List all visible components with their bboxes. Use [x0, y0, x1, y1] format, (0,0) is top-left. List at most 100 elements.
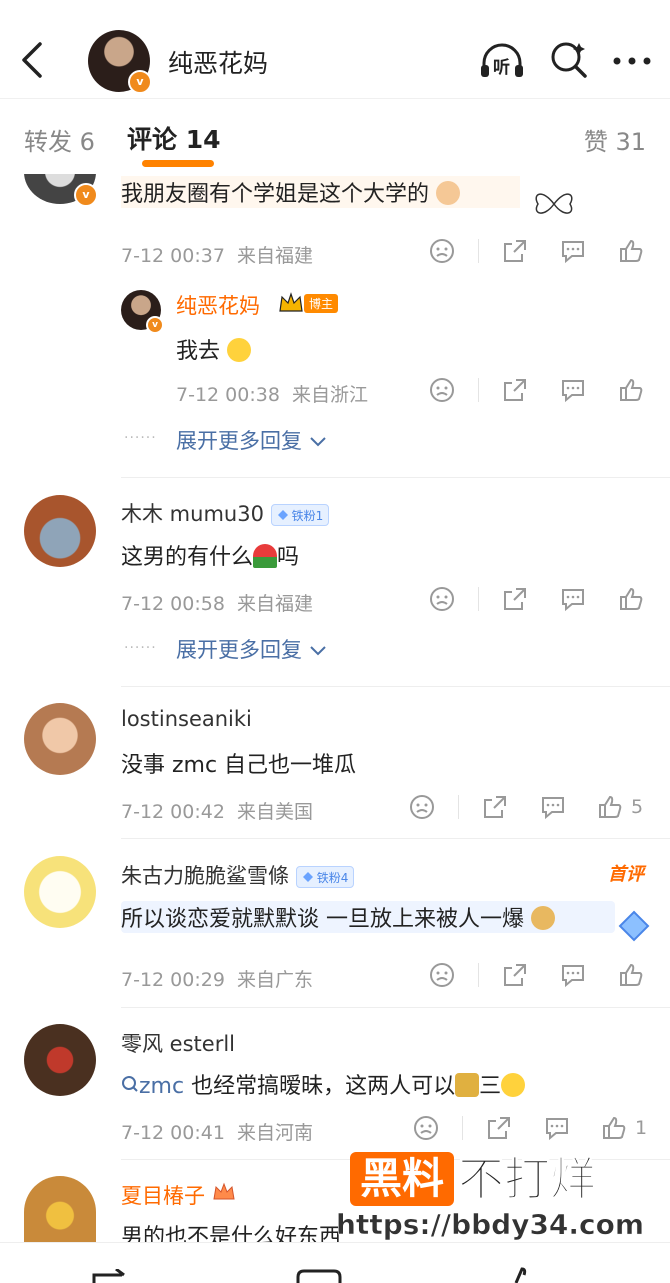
reply-button[interactable] [559, 586, 587, 612]
like-button[interactable] [617, 586, 645, 612]
comment-actions: 1 [412, 1115, 647, 1141]
comment-text: 我朋友圈有个学姐是这个大学的 [121, 176, 521, 208]
share-button[interactable] [501, 238, 529, 264]
tab-likes[interactable]: 赞 31 [584, 122, 646, 157]
bottom-toolbar [0, 1242, 670, 1283]
header-user-name[interactable]: 纯恶花妈 [168, 44, 268, 80]
expand-dots: ······ [124, 640, 157, 656]
share-icon [504, 588, 526, 610]
like-button[interactable]: 1 [601, 1115, 647, 1141]
comment-meta: 7-12 00:58 来自福建 [121, 593, 314, 615]
like-button[interactable] [617, 238, 645, 264]
share-icon [504, 240, 526, 262]
comment-user-name[interactable]: 朱古力脆脆鲨雪條 铁粉4 [121, 860, 355, 890]
avatar[interactable] [24, 495, 96, 567]
expand-replies-link[interactable]: 展开更多回复 [176, 425, 327, 455]
comment-user-name[interactable]: lostinseaniki [121, 707, 252, 731]
watermark-slogan: 不打烊 [458, 1152, 597, 1207]
dislike-button[interactable] [428, 586, 456, 612]
listen-label: 听 [493, 58, 510, 78]
watermelon-emoji-icon [253, 544, 278, 568]
comment-text: 所以谈恋爱就默默谈 一旦放上来被人一爆 [121, 901, 615, 933]
reply-button[interactable] [543, 1115, 571, 1141]
comment-bubble-icon [562, 241, 584, 264]
verified-badge: v [146, 316, 164, 334]
comment-meta: 7-12 00:42 来自美国 [121, 801, 314, 823]
like-button[interactable] [617, 377, 645, 403]
crown-icon [213, 1182, 235, 1200]
header-actions: 听 [478, 40, 652, 82]
comment-bubble-icon[interactable] [296, 1269, 342, 1283]
like-count: 1 [635, 1117, 648, 1139]
divider [478, 587, 479, 611]
like-button[interactable]: 5 [597, 794, 643, 820]
tab-comments[interactable]: 评论 14 [127, 120, 221, 156]
reply-button[interactable] [539, 794, 567, 820]
share-button[interactable] [501, 586, 529, 612]
more-button[interactable] [612, 52, 652, 71]
chevron-down-icon [309, 437, 326, 447]
comment-user-name[interactable]: 零风 esterll [121, 1028, 235, 1058]
dislike-button[interactable] [408, 794, 436, 820]
fan-badge: 铁粉4 [295, 866, 355, 888]
diamond-icon [277, 510, 288, 520]
dislike-button[interactable] [428, 377, 456, 403]
avatar[interactable] [24, 1176, 96, 1242]
divider [462, 1116, 463, 1140]
active-tab-indicator [142, 160, 214, 167]
tab-bar [0, 98, 670, 175]
dislike-button[interactable] [428, 962, 456, 988]
dislike-face-icon [410, 795, 434, 819]
header-avatar[interactable]: v [88, 30, 152, 94]
share-button[interactable] [501, 377, 529, 403]
comment-bubble-icon [562, 380, 584, 403]
comment-divider [121, 838, 670, 839]
share-button[interactable] [501, 962, 529, 988]
avatar[interactable] [24, 703, 96, 775]
avatar[interactable] [24, 856, 96, 928]
dislike-face-icon [430, 963, 454, 987]
watermark-brand: 黑料 [350, 1152, 455, 1206]
share-icon [488, 1117, 510, 1139]
thumbs-up-icon[interactable] [512, 1267, 532, 1283]
topic-link[interactable]: zmc [121, 1074, 191, 1099]
dislike-face-icon [430, 587, 454, 611]
tab-forward[interactable]: 转发 6 [24, 122, 95, 157]
thumbs-up-icon [620, 963, 643, 986]
comment-bubble-icon [562, 965, 584, 988]
like-button[interactable] [617, 962, 645, 988]
comment-user-name[interactable]: 夏目椿子 [121, 1180, 236, 1210]
diamond-icon [618, 910, 650, 942]
verified-badge: v [74, 183, 98, 207]
reply-button[interactable] [559, 238, 587, 264]
back-button[interactable] [14, 38, 54, 82]
comment-user-name[interactable]: 木木 mumu30 铁粉1 [121, 498, 330, 528]
comment-meta: 7-12 00:41 来自河南 [121, 1122, 314, 1144]
first-comment-tag: 首评 [608, 864, 644, 885]
dislike-face-icon [414, 1116, 438, 1140]
reply-button[interactable] [559, 962, 587, 988]
comment-text: 这男的有什么吗 [121, 544, 300, 570]
thumbs-up-icon [620, 587, 643, 610]
search-button[interactable] [550, 40, 588, 82]
expand-replies-link[interactable]: 展开更多回复 [176, 634, 327, 664]
search-icon [122, 1076, 138, 1092]
thumbs-up-icon [620, 378, 643, 401]
back-icon [22, 42, 42, 78]
dislike-button[interactable] [428, 238, 456, 264]
expand-dots: ······ [124, 430, 157, 446]
watermark-url: https://bbdy34.com [336, 1208, 645, 1242]
avatar[interactable] [24, 1024, 96, 1096]
share-button[interactable] [481, 794, 509, 820]
reply-button[interactable] [559, 377, 587, 403]
thumbs-up-icon [620, 239, 643, 262]
dislike-button[interactable] [412, 1115, 440, 1141]
comment-actions: 5 [408, 794, 643, 820]
reply-user-name[interactable]: 纯恶花妈 [176, 290, 260, 320]
chevron-down-icon [309, 646, 326, 656]
dislike-face-icon [430, 239, 454, 263]
share-button[interactable] [485, 1115, 513, 1141]
forward-icon[interactable] [92, 1269, 136, 1283]
listen-button[interactable]: 听 [478, 41, 526, 81]
hands-emoji-icon [436, 181, 461, 205]
